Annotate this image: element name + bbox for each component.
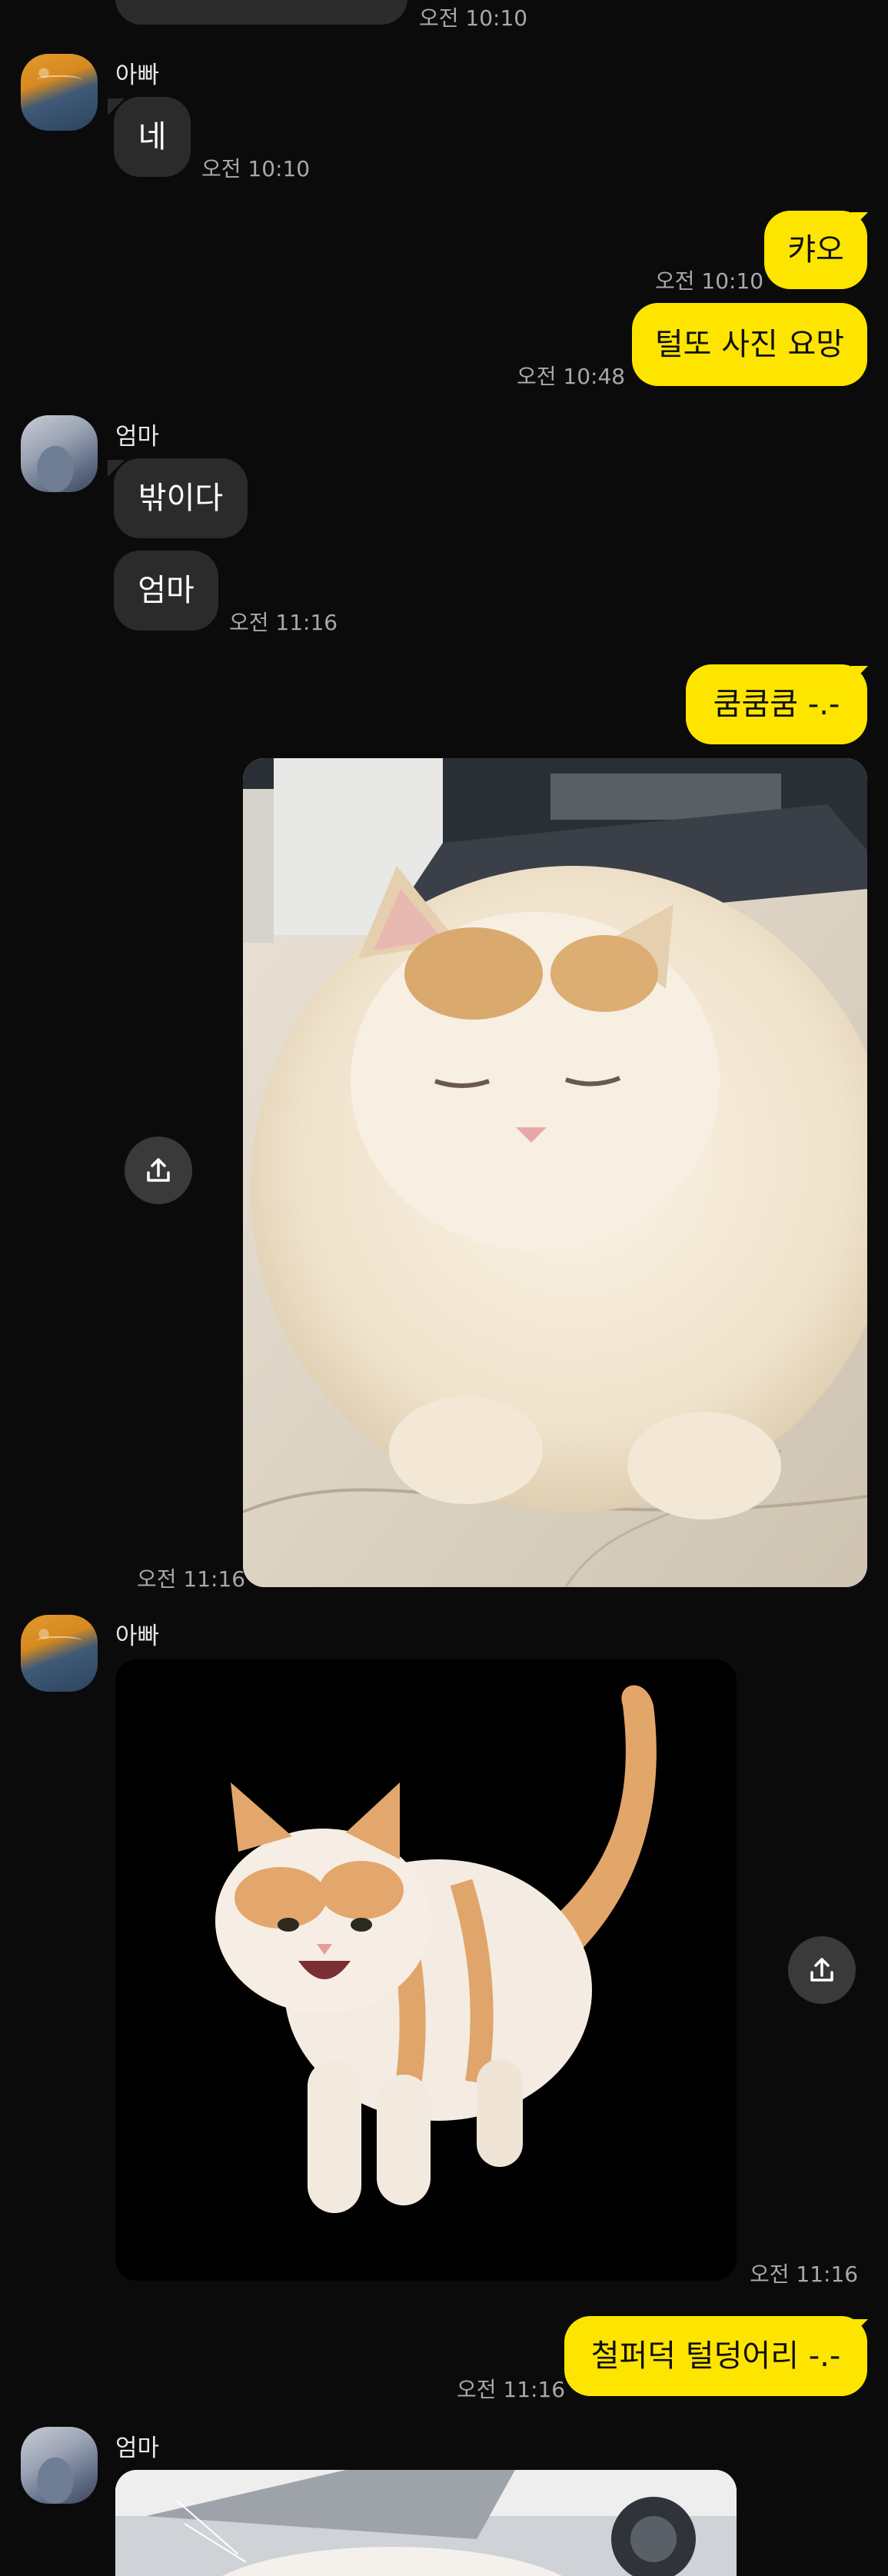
- sender-name: 엄마: [115, 423, 160, 451]
- sender-name: 아빠: [115, 1622, 160, 1650]
- share-icon: [810, 1958, 833, 1982]
- sender-name: 아빠: [115, 62, 160, 89]
- share-icon: [147, 1158, 170, 1182]
- incoming-message-bubble[interactable]: 네: [114, 97, 191, 177]
- outgoing-message-bubble[interactable]: 쿰쿰쿰 -.-: [686, 664, 867, 744]
- message-time: 오전 10:10: [201, 156, 311, 181]
- message-time: 오전 10:48: [517, 364, 626, 389]
- message-time: 오전 11:16: [750, 2261, 859, 2287]
- sender-name: 엄마: [115, 2435, 160, 2462]
- message-time: 오전 11:16: [457, 2377, 566, 2402]
- message-time: 오전 11:16: [137, 1566, 246, 1592]
- message-time: 오전 10:10: [419, 5, 528, 31]
- share-button[interactable]: [788, 1936, 856, 2004]
- outgoing-message-bubble[interactable]: 털또 사진 요망: [632, 303, 867, 386]
- avatar-mom[interactable]: [21, 415, 98, 492]
- avatar-dad[interactable]: [21, 1615, 98, 1692]
- avatar-mom[interactable]: [21, 2427, 98, 2504]
- cat-photo-sleepy-image: [243, 758, 867, 1587]
- message-time: 오전 11:16: [229, 610, 338, 635]
- outgoing-message-bubble[interactable]: 캬오: [764, 211, 867, 289]
- avatar-dad[interactable]: [21, 54, 98, 131]
- incoming-message-bubble[interactable]: 밖이다: [114, 458, 248, 538]
- outgoing-message-bubble[interactable]: 철퍼덕 털덩어리 -.-: [564, 2316, 867, 2396]
- message-time: 오전 10:10: [655, 268, 764, 294]
- cat-photo-happy[interactable]: [115, 1659, 737, 2281]
- incoming-message-bubble[interactable]: 엄마: [114, 551, 218, 631]
- cat-photo-sleepy[interactable]: [243, 758, 867, 1587]
- share-button[interactable]: [125, 1137, 192, 1204]
- cat-photo-partial[interactable]: [115, 2470, 737, 2576]
- cat-photo-partial-image: [115, 2470, 737, 2576]
- previous-message-bubble[interactable]: [115, 0, 407, 25]
- cat-photo-happy-image: [115, 1659, 737, 2281]
